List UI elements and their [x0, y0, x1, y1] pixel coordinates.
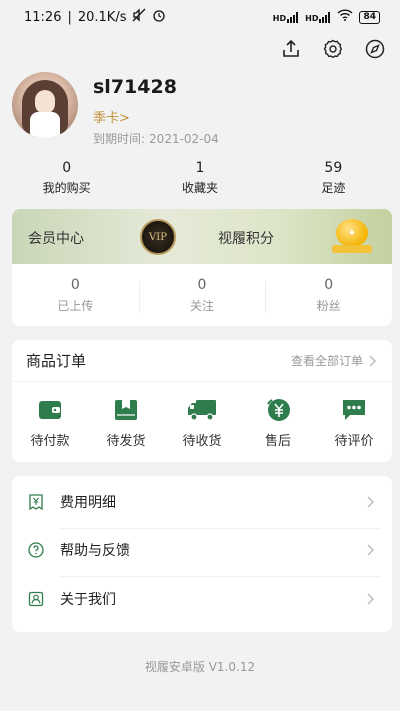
stat-footprints[interactable]: 59 足迹	[267, 160, 400, 196]
top-actions	[280, 38, 386, 60]
stat-number: 0	[70, 276, 80, 293]
stat-number: 0	[62, 160, 72, 176]
expire-date: 2021-02-04	[149, 132, 219, 146]
stat-label: 粉丝	[316, 298, 341, 313]
package-icon	[111, 398, 141, 422]
member-stats: 0 已上传 0 关注 0 粉丝	[12, 264, 392, 326]
chevron-right-icon	[369, 355, 376, 366]
stat-label: 我的购买	[42, 181, 91, 195]
expire-info: 到期时间: 2021-02-04	[93, 130, 219, 147]
stat-label: 已上传	[57, 298, 94, 313]
signal-label-1: HD	[272, 13, 287, 23]
stat-label: 关注	[190, 298, 215, 313]
alarm-icon	[152, 8, 166, 26]
stat-purchases[interactable]: 0 我的购买	[0, 160, 133, 196]
share-icon[interactable]	[280, 38, 302, 60]
stat-label: 收藏夹	[181, 181, 218, 195]
compass-icon[interactable]	[364, 38, 386, 60]
orders-card: 商品订单 查看全部订单 待付款 待发货 待收货 售后 待评价	[12, 340, 392, 462]
stat-number: 1	[195, 160, 205, 176]
order-pending-payment[interactable]: 待付款	[12, 398, 88, 449]
truck-icon	[187, 398, 217, 422]
vip-badge-icon: VIP	[140, 219, 176, 255]
mute-icon	[132, 8, 146, 26]
wallet-icon	[35, 398, 65, 422]
menu-item-about[interactable]: 关于我们	[12, 576, 392, 622]
profile-stats: 0 我的购买 1 收藏夹 59 足迹	[0, 160, 400, 196]
order-pending-review[interactable]: 待评价	[316, 398, 392, 449]
stat-fans[interactable]: 0 粉丝	[265, 277, 392, 314]
chevron-right-icon	[367, 544, 374, 556]
menu-card: 费用明细 帮助与反馈 关于我们	[12, 476, 392, 632]
receipt-icon	[28, 494, 44, 510]
stat-number: 59	[324, 160, 343, 176]
comment-icon	[339, 398, 369, 422]
stat-following[interactable]: 0 关注	[138, 276, 266, 314]
menu-item-label: 帮助与反馈	[60, 543, 130, 560]
stat-number: 0	[197, 276, 207, 293]
signal-label-2: HD	[305, 13, 319, 23]
points-link[interactable]: 视履积分	[218, 228, 274, 248]
signal-icon-2: HD	[305, 11, 331, 23]
order-status-label: 售后	[264, 434, 291, 449]
member-center-link[interactable]: 会员中心	[28, 228, 84, 248]
stat-uploaded[interactable]: 0 已上传	[12, 277, 139, 314]
chevron-right-icon	[367, 593, 374, 605]
vip-text: VIP	[149, 231, 167, 243]
battery-indicator: 84	[359, 10, 380, 24]
order-status-label: 待评价	[334, 434, 374, 449]
stat-label: 足迹	[321, 181, 346, 195]
menu-item-help[interactable]: 帮助与反馈	[12, 527, 392, 574]
order-pending-receipt[interactable]: 待收货	[164, 398, 240, 449]
order-status-row: 待付款 待发货 待收货 售后 待评价	[12, 382, 392, 449]
help-icon	[28, 542, 44, 558]
member-card: 会员中心 VIP 视履积分 ✦ 0 已上传 0 关注 0 粉丝	[12, 209, 392, 326]
view-all-label: 查看全部订单	[290, 354, 363, 368]
orders-title: 商品订单	[26, 352, 87, 370]
signal-icon: HD	[272, 11, 299, 23]
avatar[interactable]	[12, 72, 78, 138]
orders-header: 商品订单 查看全部订单	[12, 340, 392, 382]
order-after-sales[interactable]: 售后	[240, 398, 316, 449]
member-type-link[interactable]: 季卡>	[93, 107, 130, 126]
status-time: 11:26	[24, 9, 62, 25]
settings-icon[interactable]	[322, 38, 344, 60]
profile-header: sl71428 季卡> 到期时间: 2021-02-04	[12, 72, 388, 152]
contact-icon	[28, 591, 44, 607]
menu-item-label: 费用明细	[60, 494, 116, 511]
menu-item-label: 关于我们	[60, 591, 116, 608]
chevron-right-icon	[367, 496, 374, 508]
view-all-orders-link[interactable]: 查看全部订单	[291, 352, 376, 369]
yuan-refund-icon	[263, 398, 293, 422]
username: sl71428	[93, 76, 177, 98]
order-pending-shipment[interactable]: 待发货	[88, 398, 164, 449]
wifi-icon	[337, 9, 353, 25]
order-status-label: 待付款	[30, 434, 70, 449]
expire-label: 到期时间:	[93, 132, 146, 146]
status-speed: 20.1K/s	[77, 9, 127, 25]
menu-item-expenses[interactable]: 费用明细	[12, 479, 392, 525]
stat-favorites[interactable]: 1 收藏夹	[133, 160, 266, 196]
member-banner: 会员中心 VIP 视履积分 ✦	[12, 209, 392, 264]
stat-number: 0	[324, 276, 334, 293]
app-version: 视履安卓版 V1.0.12	[144, 660, 256, 674]
status-bar: 11:26 | 20.1K/s HD HD 84	[0, 0, 400, 34]
order-status-label: 待发货	[106, 434, 146, 449]
coin-icon: ✦	[332, 219, 372, 253]
order-status-label: 待收货	[182, 434, 222, 449]
